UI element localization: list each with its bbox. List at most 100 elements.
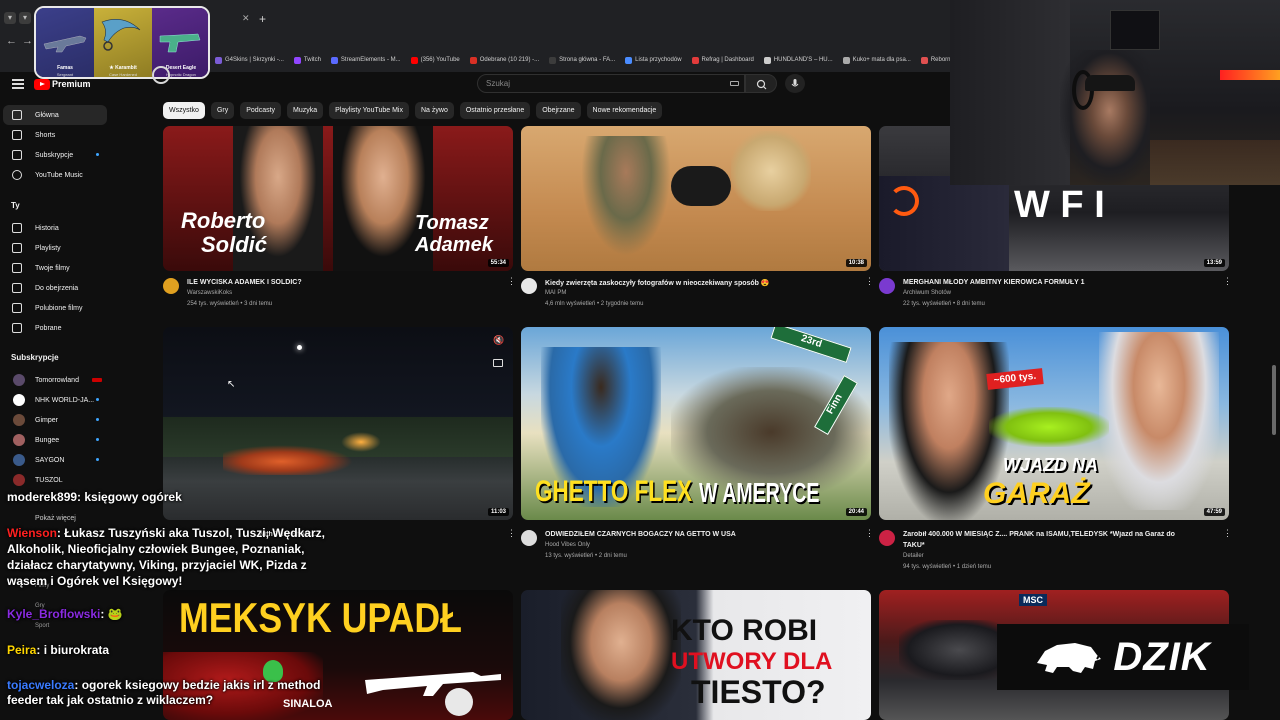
video-title[interactable]: ILE WYCISKA ADAMEK I SOLDIĆ?	[187, 279, 497, 286]
channel-avatar[interactable]	[163, 278, 179, 294]
more-options-icon[interactable]: ⋮	[1223, 277, 1232, 286]
bookmark-item[interactable]: Refrag | Dashboard	[691, 56, 754, 64]
video-duration: 55:34	[487, 259, 509, 267]
filter-chip[interactable]: Gry	[210, 102, 235, 119]
new-tab-icon[interactable]: +	[259, 12, 266, 26]
channel-avatar	[13, 474, 25, 486]
channel-avatar[interactable]	[521, 278, 537, 294]
video-title[interactable]: ODWIEDZIŁEM CZARNYCH BOGACZY NA GETTO W …	[545, 531, 855, 538]
tab-menu-icon[interactable]: ▾	[4, 12, 16, 24]
watch-later-icon	[12, 283, 22, 293]
channel-name[interactable]: WarszawskiKoks	[187, 290, 232, 296]
rifle-icon	[43, 35, 87, 53]
filter-chip[interactable]: Muzyka	[287, 102, 324, 119]
chat-username: Kyle_Broflowski	[7, 607, 101, 621]
filter-chip[interactable]: Obejrzane	[536, 102, 581, 119]
bookmark-item[interactable]: Strona główna - FA...	[549, 56, 615, 64]
more-options-icon[interactable]: ⋮	[865, 277, 874, 286]
filter-chip[interactable]: Playlisty YouTube Mix	[329, 102, 409, 119]
bookmark-favicon-icon	[293, 56, 301, 64]
bookmark-item[interactable]: Odebrane (10 219) -...	[469, 56, 539, 64]
thumbnail-text: Tomasz	[415, 212, 489, 234]
channel-name[interactable]: Detailer	[903, 553, 924, 559]
video-title-line2[interactable]: TAKU*	[903, 542, 1213, 549]
channel-avatar[interactable]	[879, 278, 895, 294]
close-tab-icon[interactable]: ✕	[242, 13, 250, 24]
filter-chip[interactable]: Nowe rekomendacje	[586, 102, 663, 119]
channel-name[interactable]: Archiwum Shotów	[903, 290, 951, 296]
channel-avatar[interactable]	[521, 530, 537, 546]
video-title[interactable]: MERGHANI MŁODY AMBITNY KIEROWCA FORMUŁY …	[903, 279, 1213, 286]
bookmark-item[interactable]: G4Skins | Skrzynki -...	[215, 56, 284, 64]
sidebar-item-label: Do obejrzenia	[35, 284, 79, 292]
explore-item[interactable]: Sport	[35, 623, 49, 629]
keyboard-icon[interactable]	[730, 81, 739, 86]
sidebar-item[interactable]: NHK WORLD-JA...	[3, 390, 107, 410]
filter-chip[interactable]: Ostatnio przesłane	[459, 102, 531, 119]
video-meta: 4,6 mln wyświetleń • 2 tygodnie temu	[545, 301, 644, 307]
video-preview-player[interactable]: 🔇 ↖ 11:03	[163, 327, 513, 520]
back-icon[interactable]: ←	[6, 35, 17, 47]
sidebar-item[interactable]: Polubione filmy	[3, 298, 107, 318]
shelf-image	[950, 0, 1070, 185]
bookmark-item[interactable]: Twitch	[293, 56, 321, 64]
bookmark-item[interactable]: (356) YouTube	[410, 56, 460, 64]
video-title[interactable]: Kiedy zwierzęta zaskoczyły fotografów w …	[545, 279, 855, 287]
arrow-icon	[889, 186, 919, 216]
channel-name[interactable]: MAI PM	[545, 290, 566, 296]
sidebar-item[interactable]: TUSZOL	[3, 470, 107, 490]
page-scrollbar[interactable]	[1272, 365, 1276, 435]
bookmark-item[interactable]: Kuko+ mata dla psa...	[842, 56, 911, 64]
sponsor-sign: MSC	[1019, 594, 1047, 606]
bookmark-item[interactable]: StreamElements - M...	[330, 56, 401, 64]
video-thumbnail[interactable]: ~600 tys. WJAZD NA GARAŻ 47:59	[879, 327, 1229, 520]
sidebar-item[interactable]: Do obejrzenia	[3, 278, 107, 298]
captions-icon[interactable]	[493, 359, 503, 367]
video-title[interactable]: Zarobił 400.000 W MIESIĄC Z.... PRANK na…	[903, 531, 1213, 538]
sidebar-item[interactable]: Twoje filmy	[3, 258, 107, 278]
section-heading-you[interactable]: Ty	[11, 201, 20, 210]
search-button[interactable]	[745, 74, 777, 93]
chat-message: działacz charytatywny, Viking, przyjacie…	[7, 557, 307, 573]
more-options-icon[interactable]: ⋮	[865, 529, 874, 538]
channel-name[interactable]: Hood Vibes Only	[545, 542, 590, 548]
sidebar-item[interactable]: Subskrypcje	[3, 145, 107, 165]
more-options-icon[interactable]: ⋮	[507, 529, 516, 538]
voice-search-button[interactable]	[785, 74, 805, 93]
sidebar-item[interactable]: Tomorrowland	[3, 370, 107, 390]
more-options-icon[interactable]: ⋮	[1223, 529, 1232, 538]
bookmark-item[interactable]: HUNDLAND'S – HU...	[763, 56, 833, 64]
mute-icon[interactable]: 🔇	[493, 335, 504, 346]
hamburger-menu-icon[interactable]	[12, 79, 24, 89]
sidebar-item[interactable]: Playlisty	[3, 238, 107, 258]
video-thumbnail[interactable]: MEKSYK UPADŁ SINALOA	[163, 590, 513, 720]
sidebar-item[interactable]: YouTube Music	[3, 165, 107, 185]
channel-avatar[interactable]	[879, 530, 895, 546]
sidebar-item[interactable]: Pobrane	[3, 318, 107, 338]
filter-chip[interactable]: Na żywo	[415, 102, 454, 119]
sidebar-item[interactable]: Bungee	[3, 430, 107, 450]
filter-chip[interactable]: Wszystko	[163, 102, 205, 119]
video-thumbnail[interactable]: 10:38	[521, 126, 871, 271]
sidebar-item[interactable]: Shorts	[3, 125, 107, 145]
sidebar-item-label: NHK WORLD-JA...	[35, 396, 95, 404]
video-thumbnail[interactable]: Roberto Soldić Tomasz Adamek 55:34	[163, 126, 513, 271]
bookmark-favicon-icon	[763, 56, 771, 64]
youtube-logo-icon[interactable]	[34, 79, 50, 90]
video-thumbnail[interactable]: KTO ROBI UTWORY DLA TIESTO?	[521, 590, 871, 720]
filter-chip[interactable]: Podcasty	[240, 102, 282, 119]
tab-group-icon[interactable]: ▾	[19, 12, 31, 24]
show-more-button[interactable]: Pokaż więcej	[35, 515, 76, 522]
sidebar-item[interactable]: SAYGON	[3, 450, 107, 470]
video-thumbnail[interactable]: 23rd Finn GHETTO FLEX W AMERYCE 20:44	[521, 327, 871, 520]
forward-icon[interactable]: →	[22, 35, 33, 47]
bookmark-item[interactable]: Reborn – Tr...	[920, 56, 950, 64]
sidebar-item[interactable]: Główna	[3, 105, 107, 125]
section-heading-subscriptions[interactable]: Subskrypcje	[11, 353, 59, 362]
sidebar-item[interactable]: Gimper	[3, 410, 107, 430]
search-input[interactable]: Szukaj	[477, 74, 745, 93]
more-options-icon[interactable]: ⋮	[507, 277, 516, 286]
sidebar-item[interactable]: Historia	[3, 218, 107, 238]
bookmark-favicon-icon	[920, 56, 928, 64]
bookmark-item[interactable]: Lista przychodów	[625, 56, 682, 64]
